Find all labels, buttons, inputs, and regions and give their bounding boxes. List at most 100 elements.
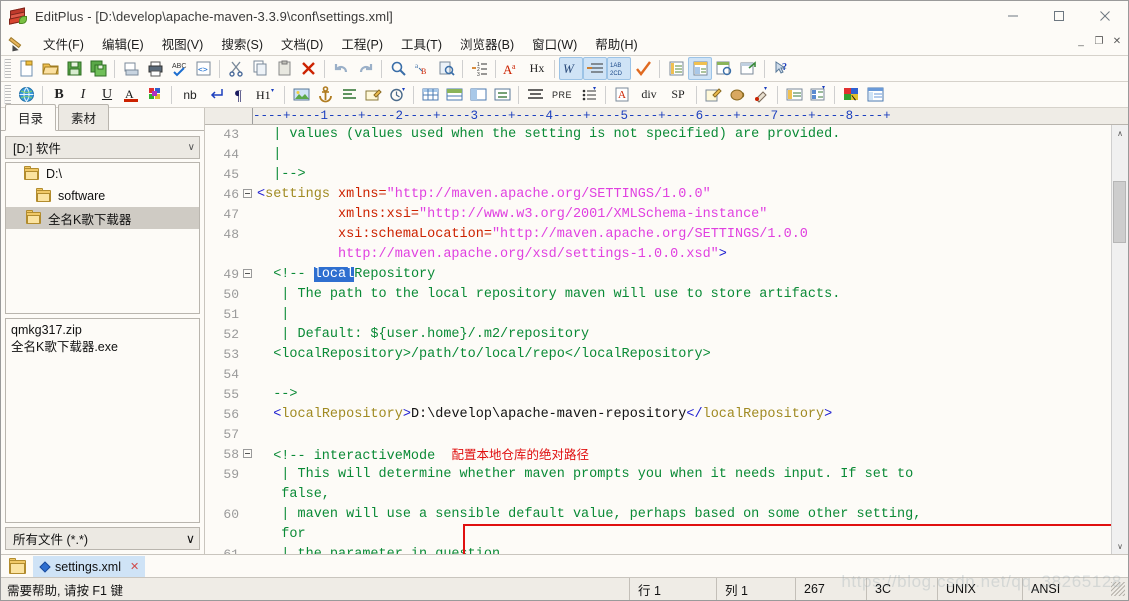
close-icon[interactable]: ✕	[130, 560, 139, 573]
find-in-files-icon[interactable]	[434, 57, 458, 80]
edit-note-icon[interactable]	[361, 83, 385, 106]
open-file-icon[interactable]	[38, 57, 62, 80]
replace-icon[interactable]: aB	[410, 57, 434, 80]
delete-icon[interactable]	[296, 57, 320, 80]
underline-icon[interactable]: U	[95, 83, 119, 106]
list-style-icon[interactable]	[577, 83, 601, 106]
user-tool3-icon[interactable]	[749, 83, 773, 106]
paste-icon[interactable]	[272, 57, 296, 80]
code-line[interactable]: for	[205, 525, 1111, 545]
mdi-restore-button[interactable]: ❐	[1090, 32, 1108, 50]
code-line[interactable]: 61 | the parameter in question.	[205, 545, 1111, 554]
file-filter-select[interactable]: 所有文件 (*.*) ∨	[5, 527, 200, 550]
code-line[interactable]: 57	[205, 425, 1111, 445]
document-selector-icon[interactable]	[664, 57, 688, 80]
list-item[interactable]: qmkg317.zip	[11, 322, 194, 339]
code-line[interactable]: 51 |	[205, 305, 1111, 325]
minimize-button[interactable]	[990, 1, 1036, 31]
color-chooser-icon[interactable]	[839, 83, 863, 106]
code-line[interactable]: 52 | Default: ${user.home}/.m2/repositor…	[205, 325, 1111, 345]
scroll-up-button[interactable]: ∧	[1112, 125, 1128, 141]
context-help-icon[interactable]: ?	[769, 57, 793, 80]
split-window-icon[interactable]	[688, 57, 712, 80]
bold-icon[interactable]: B	[47, 83, 71, 106]
menu-item-view[interactable]: 视图(V)	[153, 32, 213, 55]
browser-globe-icon[interactable]	[14, 83, 38, 106]
menu-item-project[interactable]: 工程(P)	[332, 32, 392, 55]
sidebar-tab-cliptext[interactable]: 素材	[58, 104, 110, 130]
toolbar-grip[interactable]	[4, 85, 11, 104]
file-list[interactable]: qmkg317.zip 全名K歌下载器.exe	[5, 318, 200, 523]
find-icon[interactable]	[386, 57, 410, 80]
close-button[interactable]	[1082, 1, 1128, 31]
copy-icon[interactable]	[248, 57, 272, 80]
clipboard-list-icon[interactable]	[806, 83, 830, 106]
code-line[interactable]: 58 <!-- interactiveMode 配置本地仓库的绝对路径	[205, 445, 1111, 465]
line-break-icon[interactable]	[204, 83, 228, 106]
code-scroll[interactable]: 43 | values (values used when the settin…	[205, 125, 1111, 554]
resize-grip[interactable]	[1111, 582, 1125, 596]
align-center-icon[interactable]	[523, 83, 547, 106]
scroll-track[interactable]	[1112, 141, 1128, 538]
toggle-case-icon[interactable]: 1AB 2CD	[607, 57, 631, 80]
browser-icon[interactable]	[736, 57, 760, 80]
code-line[interactable]: 55 -->	[205, 385, 1111, 405]
scroll-down-button[interactable]: ∨	[1112, 538, 1128, 554]
code-line[interactable]: 54	[205, 365, 1111, 385]
code-line[interactable]: 53 <localRepository>/path/to/local/repo<…	[205, 345, 1111, 365]
code-lines[interactable]: 43 | values (values used when the settin…	[205, 125, 1111, 554]
clock-icon[interactable]	[385, 83, 409, 106]
uppercase-icon[interactable]: Aa	[500, 57, 524, 80]
menu-item-file[interactable]: 文件(F)	[34, 32, 93, 55]
table-cell-icon[interactable]	[466, 83, 490, 106]
code-line[interactable]: 45 |-->	[205, 165, 1111, 185]
cut-icon[interactable]	[224, 57, 248, 80]
cliptext-icon[interactable]	[782, 83, 806, 106]
fold-toggle-icon[interactable]	[243, 269, 252, 278]
spell-ok-icon[interactable]	[631, 57, 655, 80]
tree-item-selected[interactable]: 全名K歌下载器	[6, 207, 199, 229]
code-line[interactable]: 47 xmlns:xsi="http://www.w3.org/2001/XML…	[205, 205, 1111, 225]
table-row-icon[interactable]	[442, 83, 466, 106]
menu-item-search[interactable]: 搜索(S)	[212, 32, 272, 55]
save-icon[interactable]	[62, 57, 86, 80]
menu-item-browser[interactable]: 浏览器(B)	[451, 32, 523, 55]
list-item[interactable]: 全名K歌下载器.exe	[11, 339, 194, 356]
scroll-thumb[interactable]	[1113, 181, 1126, 243]
code-line[interactable]: 56 <localRepository>D:\develop\apache-ma…	[205, 405, 1111, 425]
fold-toggle-icon[interactable]	[243, 189, 252, 198]
tree-item-software[interactable]: software	[6, 185, 199, 207]
preview-icon[interactable]	[712, 57, 736, 80]
anchor-icon[interactable]	[313, 83, 337, 106]
list-icon[interactable]	[490, 83, 514, 106]
hex-icon[interactable]: Hx	[524, 57, 550, 80]
code-line[interactable]: http://maven.apache.org/xsd/settings-1.0…	[205, 245, 1111, 265]
fold-toggle-icon[interactable]	[243, 449, 252, 458]
layout-icon[interactable]	[863, 83, 887, 106]
menu-item-document[interactable]: 文档(D)	[272, 32, 332, 55]
div-tag-icon[interactable]: div	[634, 83, 664, 106]
font-color-icon[interactable]: A	[119, 83, 143, 106]
code-line[interactable]: 46 <settings xmlns="http://maven.apache.o…	[205, 185, 1111, 205]
align-icon[interactable]	[337, 83, 361, 106]
user-tool1-icon[interactable]	[701, 83, 725, 106]
italic-icon[interactable]: I	[71, 83, 95, 106]
mdi-minimize-button[interactable]: _	[1072, 32, 1090, 50]
line-numbers-icon[interactable]	[583, 57, 607, 80]
nbsp-icon[interactable]: nb	[176, 83, 204, 106]
code-line[interactable]: 49 <!-- localRepository	[205, 265, 1111, 285]
color-palette-icon[interactable]	[143, 83, 167, 106]
maximize-button[interactable]	[1036, 1, 1082, 31]
drive-select[interactable]: [D:] 软件 ∨	[5, 136, 200, 159]
menu-item-tools[interactable]: 工具(T)	[392, 32, 451, 55]
tab-folder-icon[interactable]	[1, 556, 33, 577]
paragraph-icon[interactable]: ¶	[228, 83, 252, 106]
menu-item-help[interactable]: 帮助(H)	[586, 32, 646, 55]
code-line[interactable]: 59 | This will determine whether maven p…	[205, 465, 1111, 485]
word-wrap-icon[interactable]: W	[559, 57, 583, 80]
code-line[interactable]: 43 | values (values used when the settin…	[205, 125, 1111, 145]
image-icon[interactable]	[289, 83, 313, 106]
print-icon[interactable]	[143, 57, 167, 80]
heading-icon[interactable]: H1	[252, 83, 280, 106]
sidebar-tab-directory[interactable]: 目录	[5, 104, 57, 131]
